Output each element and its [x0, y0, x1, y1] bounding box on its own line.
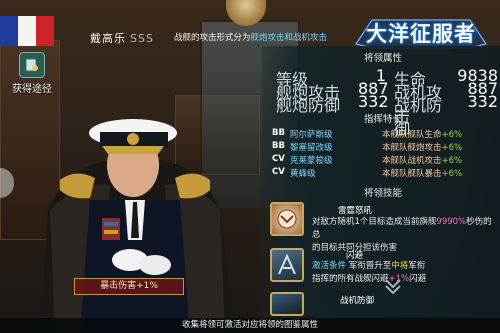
ship-type: BB — [272, 128, 285, 138]
admiral-name-text: 戴高乐 — [90, 32, 126, 45]
ship-type: BB — [272, 141, 285, 151]
ship-class: 阿尔萨斯级 — [290, 130, 333, 140]
game-scene: 获得途径 戴高乐 SSS 战舰的攻击形式分为舰炮攻击和战机攻击 大洋征服者 将领… — [0, 0, 500, 333]
specialty-row: BB 阿尔萨斯级 本舰队舰队生命+6% — [272, 128, 494, 140]
attack-type-note: 战舰的攻击形式分为舰炮攻击和战机攻击 — [174, 31, 327, 43]
admiral-name: 戴高乐 SSS — [90, 30, 154, 46]
dodge-skill-icon[interactable] — [270, 248, 304, 282]
roar-skill-icon[interactable] — [270, 202, 304, 236]
crit-damage-banner: 暴击伤害+1% — [74, 278, 184, 295]
admiral-rank: SSS — [130, 32, 154, 45]
specialty-row: CV 黄蜂级 本舰队舰队暴击+6% — [272, 167, 494, 179]
skill-name: 战机防御 — [340, 296, 375, 306]
attack-type-prefix: 战舰的攻击形式分为 — [174, 33, 251, 43]
ship-class: 黄蜂级 — [290, 169, 316, 179]
scroll-down-icon[interactable] — [384, 276, 402, 296]
skill-description: 对敌方随机1个目标造成当前旗舰9990%秒伤的总 的目标共同分担该伤害 — [312, 217, 492, 253]
crit-label: 暴击伤害 — [100, 281, 137, 291]
skill-name: 雷霆怒吼 — [338, 206, 373, 216]
ship-class: 黎塞留改级 — [290, 143, 333, 153]
specialty-effect: 本舰队战机攻击+6% — [382, 156, 463, 166]
fighter-defense-skill-icon[interactable] — [270, 292, 304, 316]
specialty-effect: 本舰队舰队生命+6% — [382, 130, 463, 140]
skill-description: 激活条件 军衔晋升至中将军衔 指挥的所有战舰闪避+1%闪避 — [312, 261, 427, 284]
ship-type: CV — [272, 167, 285, 177]
specialty-effect: 本舰队舰炮攻击+6% — [382, 143, 463, 153]
nation-flag-icon — [0, 16, 54, 46]
attack-type-highlight: 舰炮攻击和战机攻击 — [250, 33, 328, 43]
specialty-row: BB 黎塞留改级 本舰队舰炮攻击+6% — [272, 141, 494, 153]
ship-type: CV — [272, 154, 285, 164]
specialty-effect: 本舰队舰队暴击+6% — [382, 169, 463, 179]
specialty-row: CV 克莱蒙梭级 本舰队战机攻击+6% — [272, 154, 494, 166]
bottom-hint-bar: 收集将领可激活对应将领的图鉴属性 — [0, 318, 500, 333]
specialty-title: 指挥特长 — [363, 114, 402, 125]
ship-class: 克莱蒙梭级 — [290, 156, 333, 166]
crit-bonus: +1% — [136, 281, 158, 291]
skills-title: 将领技能 — [363, 188, 402, 199]
stats-title: 将领属性 — [363, 53, 402, 64]
